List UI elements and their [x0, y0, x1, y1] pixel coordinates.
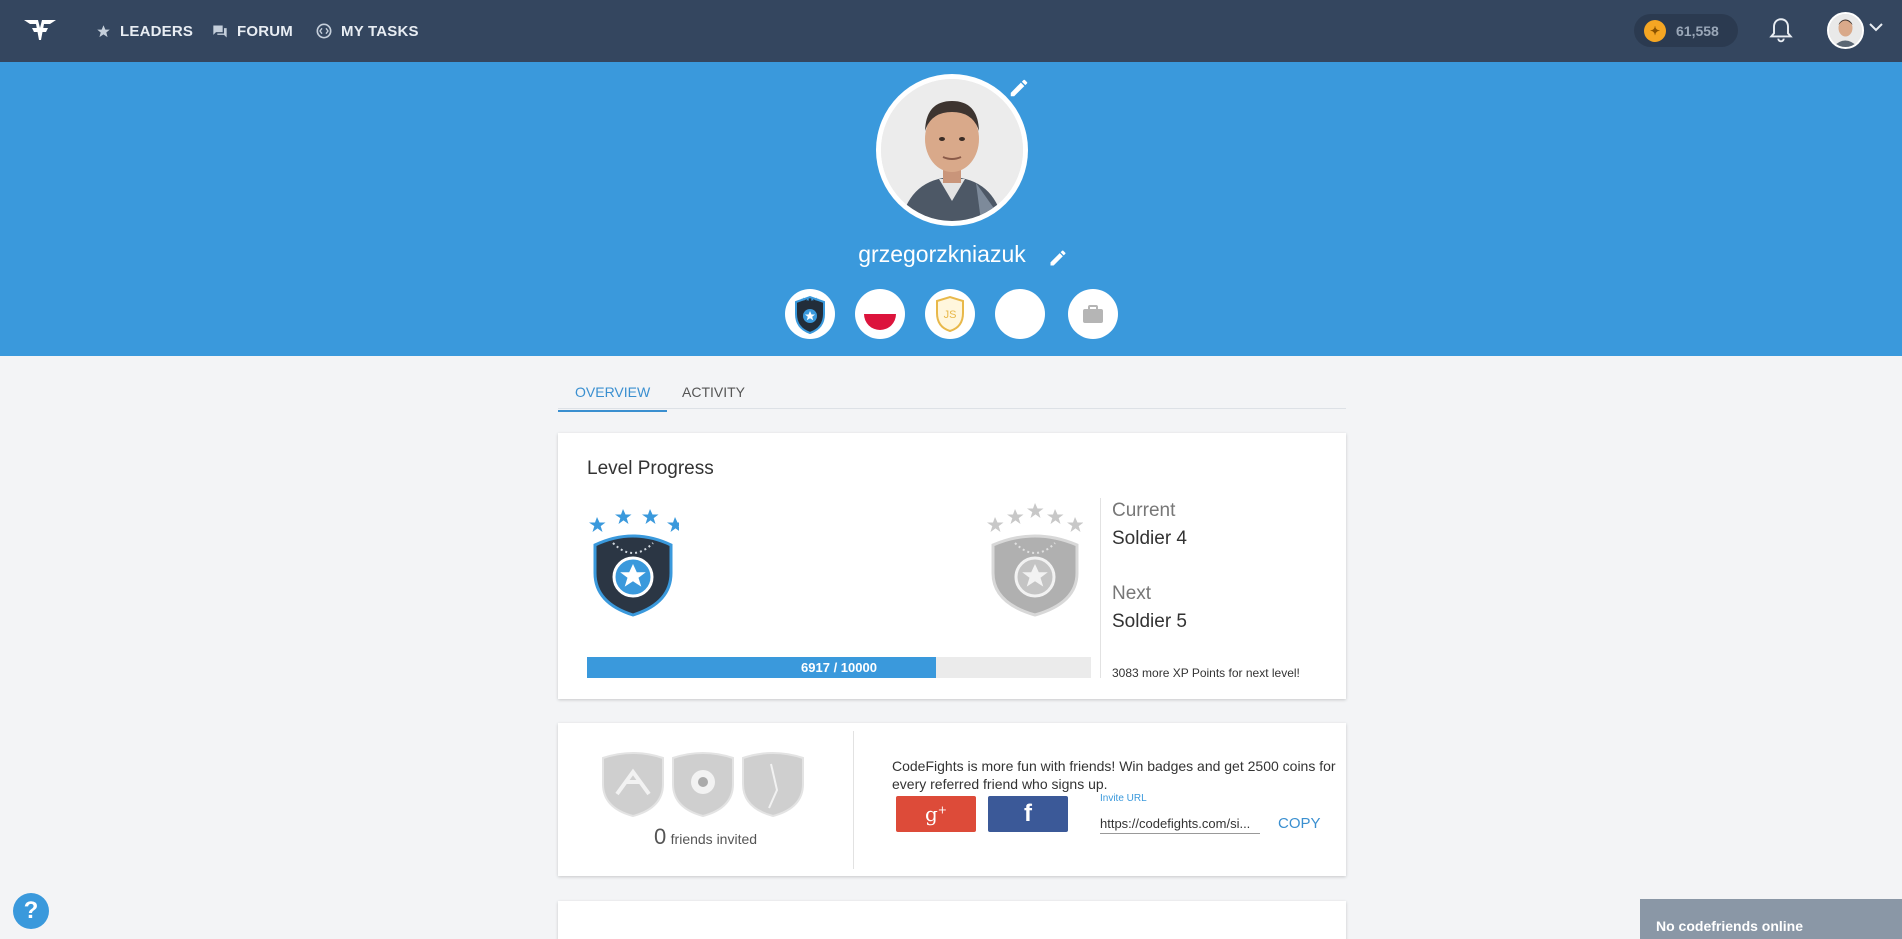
next-level-shield-icon: [987, 503, 1083, 617]
user-avatar[interactable]: [1827, 12, 1864, 49]
star-icon: [97, 24, 110, 37]
codefights-logo-icon[interactable]: [22, 16, 58, 44]
invite-url-label: Invite URL: [1100, 793, 1147, 804]
copy-invite-url-button[interactable]: COPY: [1278, 815, 1321, 832]
forum-icon: [213, 25, 227, 37]
profile-avatar[interactable]: [876, 74, 1028, 226]
invite-description: CodeFights is more fun with friends! Win…: [892, 758, 1336, 792]
tab-activity[interactable]: ACTIVITY: [682, 384, 745, 400]
empty-badge[interactable]: [995, 289, 1045, 339]
profile-avatar-image: [881, 79, 1023, 221]
poland-flag-icon: [864, 298, 896, 330]
top-navbar: LEADERS FORUM MY TASKS ✦ 61,558: [0, 0, 1902, 62]
xp-progress-bar: 6917 / 10000: [587, 657, 1091, 678]
codefriends-online-text: No codefriends online: [1656, 918, 1804, 934]
facebook-share-button[interactable]: f: [988, 796, 1068, 832]
nav-leaders-label: LEADERS: [120, 22, 194, 40]
language-badge[interactable]: JS: [925, 289, 975, 339]
soldier-badge-icon: ★★★★: [795, 295, 825, 334]
briefcase-icon: [1083, 305, 1103, 323]
user-avatar-image: [1829, 14, 1862, 47]
nav-my-tasks[interactable]: MY TASKS: [316, 0, 419, 62]
badges-card: [558, 901, 1346, 939]
next-level-value: Soldier 5: [1112, 611, 1187, 632]
coins-value: 61,558: [1676, 22, 1719, 39]
friends-invited-count: 0 friends invited: [558, 824, 853, 850]
chevron-down-icon[interactable]: [1869, 22, 1883, 32]
level-progress-title: Level Progress: [587, 458, 714, 479]
next-level-label: Next: [1112, 583, 1152, 604]
google-plus-icon: g+: [924, 802, 948, 826]
codefriends-online-panel[interactable]: No codefriends online: [1640, 899, 1902, 939]
edit-username-pencil-icon[interactable]: [1048, 248, 1068, 268]
svg-text:JS: JS: [944, 309, 957, 321]
company-badge[interactable]: [1068, 289, 1118, 339]
coin-icon: ✦: [1644, 19, 1666, 42]
notifications-bell-icon[interactable]: [1768, 16, 1794, 44]
invite-url-input[interactable]: [1100, 814, 1260, 834]
xp-remaining-note: 3083 more XP Points for next level!: [1112, 666, 1300, 680]
friends-invited-label: friends invited: [670, 831, 758, 847]
level-divider: [1100, 498, 1101, 678]
tab-overview[interactable]: OVERVIEW: [557, 384, 668, 412]
tasks-icon: [316, 23, 332, 39]
nav-forum[interactable]: FORUM: [212, 0, 293, 62]
nav-forum-label: FORUM: [237, 22, 293, 40]
invite-divider: [853, 731, 854, 869]
xp-progress-text: 6917 / 10000: [801, 660, 877, 675]
help-button[interactable]: ?: [13, 893, 49, 929]
level-progress-card: Level Progress Current Soldier 4 Next So…: [558, 433, 1346, 699]
google-plus-share-button[interactable]: g+: [896, 796, 976, 832]
current-level-label: Current: [1112, 500, 1176, 521]
nav-leaders[interactable]: LEADERS: [96, 0, 193, 62]
level-badge[interactable]: ★★★★: [785, 289, 835, 339]
current-level-shield-icon: [589, 509, 679, 617]
coins-counter[interactable]: ✦ 61,558: [1634, 14, 1738, 47]
edit-avatar-pencil-icon[interactable]: [1008, 77, 1030, 99]
friends-invited-number: 0: [653, 824, 667, 849]
facebook-icon: f: [1024, 800, 1032, 827]
nav-my-tasks-label: MY TASKS: [341, 22, 419, 40]
profile-tabs: OVERVIEW ACTIVITY: [557, 372, 1346, 412]
svg-text:★★★★: ★★★★: [801, 297, 819, 303]
current-level-value: Soldier 4: [1112, 528, 1187, 549]
question-mark-icon: ?: [23, 897, 39, 924]
profile-username: grzegorzkniazuk: [858, 241, 1026, 267]
invite-friends-card: 0 friends invited CodeFights is more fun…: [558, 723, 1346, 876]
country-badge[interactable]: [855, 289, 905, 339]
javascript-badge-icon: JS: [936, 295, 964, 333]
friend-badges-icon: [602, 752, 804, 818]
